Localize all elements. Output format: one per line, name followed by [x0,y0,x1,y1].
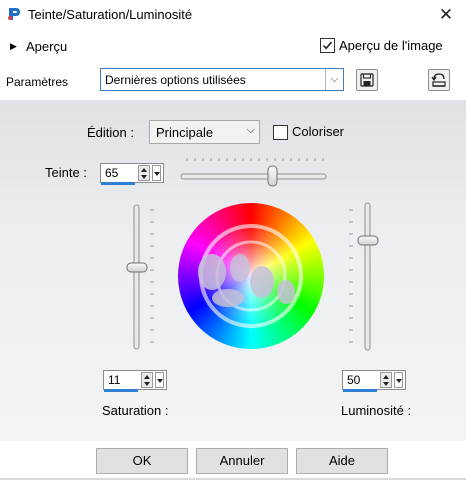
lightness-spinbox[interactable]: 50 [342,370,406,392]
help-button[interactable]: Aide [296,448,388,474]
spin-arrows-icon[interactable] [141,372,153,388]
chevron-down-icon[interactable] [394,372,403,388]
saturation-progress-bar [104,389,138,392]
spin-arrows-icon[interactable] [380,372,392,388]
lightness-slider[interactable] [349,202,379,351]
lightness-label: Luminosité : [341,403,412,418]
hue-slider[interactable] [180,158,327,187]
saturation-label: Saturation : [102,403,169,418]
saturation-slider[interactable] [126,204,154,350]
hue-wheel[interactable] [178,203,324,349]
saturation-spinbox[interactable]: 11 [103,370,167,392]
cancel-button[interactable]: Annuler [196,448,288,474]
ok-button[interactable]: OK [96,448,188,474]
saturation-value[interactable]: 11 [108,373,120,387]
chevron-down-icon[interactable] [155,372,164,388]
lightness-value[interactable]: 50 [347,373,360,387]
lightness-progress-bar [343,389,377,392]
lightness-slider-thumb [357,235,379,246]
saturation-slider-thumb [126,262,148,273]
hue-slider-thumb [267,165,278,187]
